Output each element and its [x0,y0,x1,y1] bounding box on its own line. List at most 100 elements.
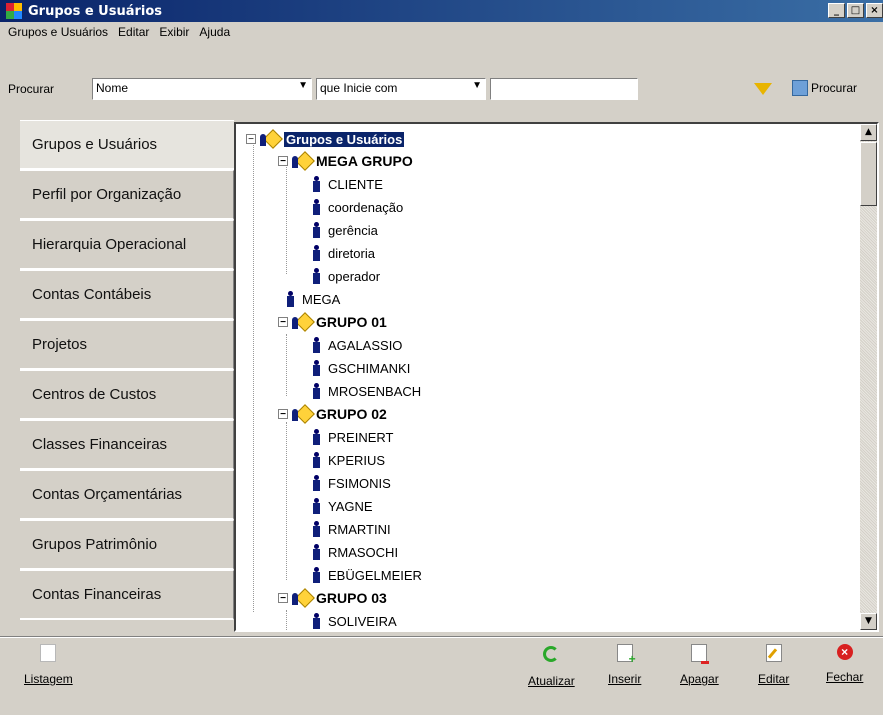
search-field-value: Nome [96,81,129,95]
collapse-icon[interactable]: − [246,134,256,145]
tab-contas-orcamentarias[interactable]: Contas Orçamentárias [20,470,234,520]
search-window-icon [792,80,808,96]
bottom-toolbar: Listagem Atualizar + Inserir Apagar Edit… [0,640,883,715]
tab-centros-custos[interactable]: Centros de Custos [20,370,234,420]
chevron-down-icon: ▼ [298,80,308,91]
fechar-label: Fechar [826,670,864,684]
search-text-input[interactable] [490,78,638,100]
edit-document-icon [765,644,782,662]
tree-user[interactable]: FSIMONIS [312,473,391,493]
scroll-down-icon[interactable]: ▼ [860,613,877,630]
scroll-up-icon[interactable]: ▲ [860,124,877,141]
bottom-separator [0,636,883,638]
atualizar-label: Atualizar [528,674,575,688]
tab-hierarquia-operacional[interactable]: Hierarquia Operacional [20,220,234,270]
inserir-label: Inserir [608,672,642,686]
menu-grupos-usuarios[interactable]: Grupos e Usuários [8,25,108,39]
tree-user[interactable]: EBÜGELMEIER [312,565,422,585]
scroll-thumb[interactable] [860,142,877,206]
tab-contas-contabeis[interactable]: Contas Contábeis [20,270,234,320]
user-icon [312,245,320,261]
menu-bar: Grupos e Usuários Editar Exibir Ajuda [0,22,883,42]
tab-grupos-patrimonio[interactable]: Grupos Patrimônio [20,520,234,570]
tree-user[interactable]: SOLIVEIRA [312,611,397,630]
document-icon [40,644,57,662]
user-icon [312,222,320,238]
tree-user[interactable]: coordenação [312,197,403,217]
user-icon [312,268,320,284]
tree-user[interactable]: GSCHIMANKI [312,358,410,378]
inserir-button[interactable]: + Inserir [608,640,641,686]
user-icon [312,383,320,399]
group-icon [292,314,310,330]
user-icon [312,613,320,629]
tree-user[interactable]: PREINERT [312,427,394,447]
search-button[interactable]: Procurar [792,80,857,96]
editar-button[interactable]: Editar [758,640,789,686]
apagar-button[interactable]: Apagar [680,640,719,686]
menu-editar[interactable]: Editar [118,25,149,39]
user-icon [312,452,320,468]
tree-panel[interactable]: − Grupos e Usuários − MEGA GRUPO CLIENTE… [234,122,879,632]
user-icon [312,498,320,514]
search-condition-select[interactable]: que Inicie com ▼ [316,78,486,100]
user-icon [286,291,294,307]
tree-root[interactable]: − Grupos e Usuários [246,129,405,149]
sidebar-tabs: Grupos e Usuários Perfil por Organização… [20,120,234,620]
window-title: Grupos e Usuários [28,3,163,19]
user-icon [312,176,320,192]
search-field-select[interactable]: Nome ▼ [92,78,312,100]
user-icon [312,199,320,215]
listagem-label: Listagem [24,672,73,686]
fechar-button[interactable]: × Fechar [826,640,863,684]
menu-ajuda[interactable]: Ajuda [199,25,230,39]
search-label: Procurar [8,82,55,96]
search-condition-value: que Inicie com [320,81,398,95]
tree-group-grupo-01[interactable]: − GRUPO 01 [278,312,387,332]
tab-projetos[interactable]: Projetos [20,320,234,370]
user-icon [312,544,320,560]
group-icon [292,153,310,169]
listagem-button[interactable]: Listagem [24,640,73,686]
vertical-scrollbar[interactable]: ▲ ▼ [860,124,877,630]
tab-grupos-usuarios[interactable]: Grupos e Usuários [20,120,234,170]
tree-group-grupo-03[interactable]: − GRUPO 03 [278,588,387,608]
user-icon [312,521,320,537]
tab-perfil-organizacao[interactable]: Perfil por Organização [20,170,234,220]
group-icon [260,131,278,147]
tree-group-mega-grupo[interactable]: − MEGA GRUPO [278,151,413,171]
minimize-button[interactable]: _ [828,3,845,18]
menu-exibir[interactable]: Exibir [159,25,189,39]
tab-contas-financeiras[interactable]: Contas Financeiras [20,570,234,620]
tree-user[interactable]: KPERIUS [312,450,385,470]
group-icon [292,590,310,606]
collapse-icon[interactable]: − [278,156,288,167]
tree-user[interactable]: RMASOCHI [312,542,398,562]
tree-group-grupo-02[interactable]: − GRUPO 02 [278,404,387,424]
atualizar-button[interactable]: Atualizar [528,640,575,688]
refresh-icon [543,646,560,662]
tree-user[interactable]: RMARTINI [312,519,391,539]
title-bar: Grupos e Usuários _ □ × [0,0,883,22]
user-icon [312,337,320,353]
insert-document-icon: + [616,644,636,665]
tree-user[interactable]: MROSENBACH [312,381,421,401]
collapse-icon[interactable]: − [278,409,288,420]
close-icon: × [836,644,853,660]
tab-classes-financeiras[interactable]: Classes Financeiras [20,420,234,470]
collapse-icon[interactable]: − [278,317,288,328]
tree-user[interactable]: diretoria [312,243,375,263]
maximize-button[interactable]: □ [847,3,864,18]
filter-icon[interactable] [754,83,772,95]
close-window-button[interactable]: × [866,3,883,18]
tree-user[interactable]: AGALASSIO [312,335,402,355]
tree-user[interactable]: operador [312,266,380,286]
tree-user[interactable]: gerência [312,220,378,240]
tree-root-label: Grupos e Usuários [284,131,405,147]
user-icon [312,429,320,445]
apagar-label: Apagar [680,672,719,686]
tree-user[interactable]: YAGNE [312,496,373,516]
collapse-icon[interactable]: − [278,593,288,604]
tree-user[interactable]: MEGA [286,289,340,309]
tree-user[interactable]: CLIENTE [312,174,383,194]
